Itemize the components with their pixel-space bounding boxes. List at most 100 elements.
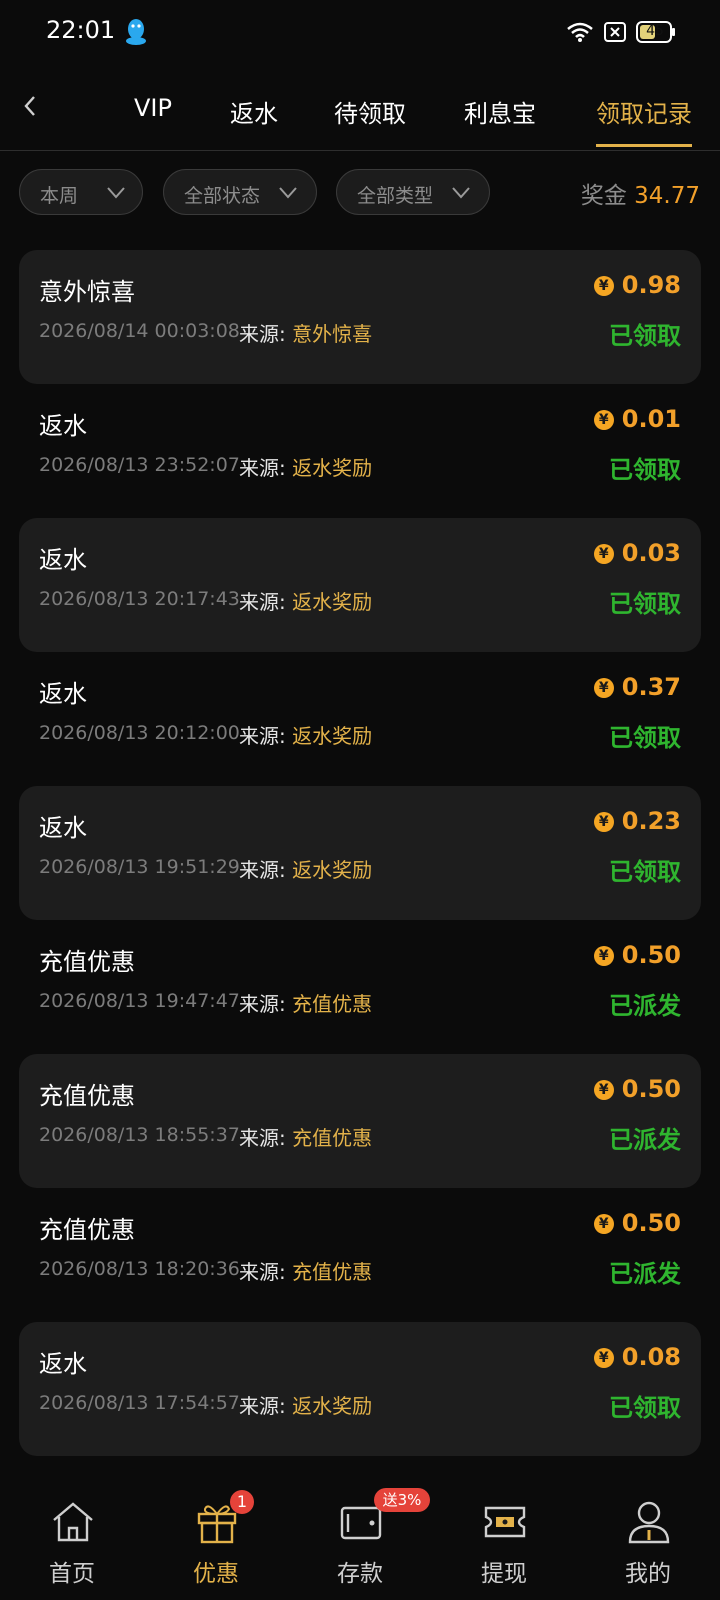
- record-amount: ¥0.98: [593, 271, 681, 299]
- yuan-coin-icon: ¥: [593, 1214, 614, 1234]
- nav-label: 我的: [625, 1561, 671, 1587]
- status-bar: 22:01 45: [0, 0, 720, 66]
- source-label: 来源:: [239, 590, 286, 614]
- tab-claim-records[interactable]: 领取记录: [596, 94, 692, 129]
- record-status: 已领取: [609, 590, 681, 618]
- source-value: 返水奖励: [292, 858, 373, 882]
- list-item[interactable]: 意外惊喜 2026/08/14 00:03:08 来源: 意外惊喜 ¥0.98 …: [19, 250, 701, 384]
- record-title: 充值优惠: [39, 1082, 135, 1110]
- list-item[interactable]: 充值优惠 2026/08/13 19:47:47 来源: 充值优惠 ¥0.50 …: [19, 920, 701, 1054]
- nav-label: 首页: [49, 1561, 95, 1587]
- record-amount: ¥0.50: [593, 1209, 681, 1237]
- record-title: 返水: [39, 1350, 87, 1378]
- record-status: 已派发: [609, 1260, 681, 1288]
- yuan-coin-icon: ¥: [593, 1348, 614, 1368]
- battery-level: 45: [646, 23, 664, 39]
- record-source: 来源: 返水奖励: [239, 854, 372, 883]
- tab-vip[interactable]: VIP: [134, 94, 172, 122]
- claim-record-list: 意外惊喜 2026/08/14 00:03:08 来源: 意外惊喜 ¥0.98 …: [19, 250, 701, 1456]
- active-tab-indicator: [596, 144, 692, 147]
- nav-deposit[interactable]: 送3% 存款: [288, 1462, 432, 1600]
- record-source: 来源: 返水奖励: [239, 452, 372, 481]
- record-status: 已领取: [609, 1394, 681, 1422]
- record-status: 已领取: [609, 858, 681, 886]
- nav-withdraw[interactable]: 提现: [432, 1462, 576, 1600]
- record-amount: ¥0.37: [593, 673, 681, 701]
- tab-interest[interactable]: 利息宝: [464, 94, 536, 129]
- record-status: 已派发: [609, 992, 681, 1020]
- record-time: 2026/08/13 18:20:36: [39, 1258, 240, 1280]
- list-item[interactable]: 返水 2026/08/13 17:54:57 来源: 返水奖励 ¥0.08 已领…: [19, 1322, 701, 1456]
- source-label: 来源:: [239, 992, 286, 1016]
- record-amount: ¥0.50: [593, 1075, 681, 1103]
- status-time: 22:01: [46, 16, 116, 44]
- source-label: 来源:: [239, 1126, 286, 1150]
- record-status: 已领取: [609, 456, 681, 484]
- withdraw-ticket-icon: [484, 1506, 526, 1538]
- record-amount: ¥0.03: [593, 539, 681, 567]
- source-value: 返水奖励: [292, 724, 373, 748]
- tab-rebate[interactable]: 返水: [230, 94, 278, 129]
- amount-value: 0.23: [621, 807, 681, 835]
- user-icon: [628, 1501, 670, 1544]
- list-item[interactable]: 充值优惠 2026/08/13 18:20:36 来源: 充值优惠 ¥0.50 …: [19, 1188, 701, 1322]
- source-label: 来源:: [239, 724, 286, 748]
- record-source: 来源: 返水奖励: [239, 1390, 372, 1419]
- wifi-icon: [567, 22, 593, 42]
- filter-type-label: 全部类型: [357, 185, 434, 207]
- source-label: 来源:: [239, 322, 286, 346]
- record-time: 2026/08/13 19:47:47: [39, 990, 240, 1012]
- record-source: 来源: 充值优惠: [239, 1122, 372, 1151]
- filter-period[interactable]: 本周: [19, 169, 143, 215]
- record-title: 返水: [39, 546, 87, 574]
- back-arrow-icon[interactable]: [18, 94, 42, 118]
- yuan-coin-icon: ¥: [593, 678, 614, 698]
- filter-status[interactable]: 全部状态: [163, 169, 317, 215]
- amount-value: 0.01: [621, 405, 681, 433]
- filter-type[interactable]: 全部类型: [336, 169, 490, 215]
- record-time: 2026/08/13 20:12:00: [39, 722, 240, 744]
- yuan-coin-icon: ¥: [593, 812, 614, 832]
- amount-value: 0.03: [621, 539, 681, 567]
- top-tab-bar: VIP 返水 待领取 利息宝 领取记录: [0, 80, 720, 151]
- record-time: 2026/08/13 19:51:29: [39, 856, 240, 878]
- record-time: 2026/08/13 18:55:37: [39, 1124, 240, 1146]
- source-value: 意外惊喜: [292, 322, 373, 346]
- deposit-promo-badge: 送3%: [374, 1488, 430, 1512]
- source-value: 返水奖励: [292, 590, 373, 614]
- amount-value: 0.37: [621, 673, 681, 701]
- record-title: 充值优惠: [39, 948, 135, 976]
- record-source: 来源: 返水奖励: [239, 586, 372, 615]
- bonus-value: 34.77: [634, 183, 700, 209]
- nav-home[interactable]: 首页: [0, 1462, 144, 1600]
- amount-value: 0.08: [621, 1343, 681, 1371]
- record-title: 充值优惠: [39, 1216, 135, 1244]
- tab-pending[interactable]: 待领取: [334, 94, 406, 129]
- source-value: 充值优惠: [292, 1126, 373, 1150]
- filter-status-label: 全部状态: [184, 185, 261, 207]
- source-label: 来源:: [239, 456, 286, 480]
- amount-value: 0.98: [621, 271, 681, 299]
- nav-promotions[interactable]: 1 优惠: [144, 1462, 288, 1600]
- record-status: 已派发: [609, 1126, 681, 1154]
- record-title: 意外惊喜: [39, 278, 135, 306]
- nav-profile[interactable]: 我的: [576, 1462, 720, 1600]
- record-status: 已领取: [609, 724, 681, 752]
- record-time: 2026/08/13 17:54:57: [39, 1392, 240, 1414]
- list-item[interactable]: 返水 2026/08/13 19:51:29 来源: 返水奖励 ¥0.23 已领…: [19, 786, 701, 920]
- list-item[interactable]: 充值优惠 2026/08/13 18:55:37 来源: 充值优惠 ¥0.50 …: [19, 1054, 701, 1188]
- source-value: 返水奖励: [292, 1394, 373, 1418]
- record-amount: ¥0.01: [593, 405, 681, 433]
- record-time: 2026/08/13 20:17:43: [39, 588, 240, 610]
- bonus-label: 奖金: [580, 183, 627, 209]
- home-icon: [53, 1502, 93, 1542]
- record-source: 来源: 充值优惠: [239, 988, 372, 1017]
- nav-label: 存款: [337, 1561, 383, 1587]
- list-item[interactable]: 返水 2026/08/13 20:17:43 来源: 返水奖励 ¥0.03 已领…: [19, 518, 701, 652]
- chevron-down-icon: [279, 187, 297, 199]
- list-item[interactable]: 返水 2026/08/13 23:52:07 来源: 返水奖励 ¥0.01 已领…: [19, 384, 701, 518]
- record-title: 返水: [39, 412, 87, 440]
- amount-value: 0.50: [621, 1075, 681, 1103]
- record-source: 来源: 返水奖励: [239, 720, 372, 749]
- list-item[interactable]: 返水 2026/08/13 20:12:00 来源: 返水奖励 ¥0.37 已领…: [19, 652, 701, 786]
